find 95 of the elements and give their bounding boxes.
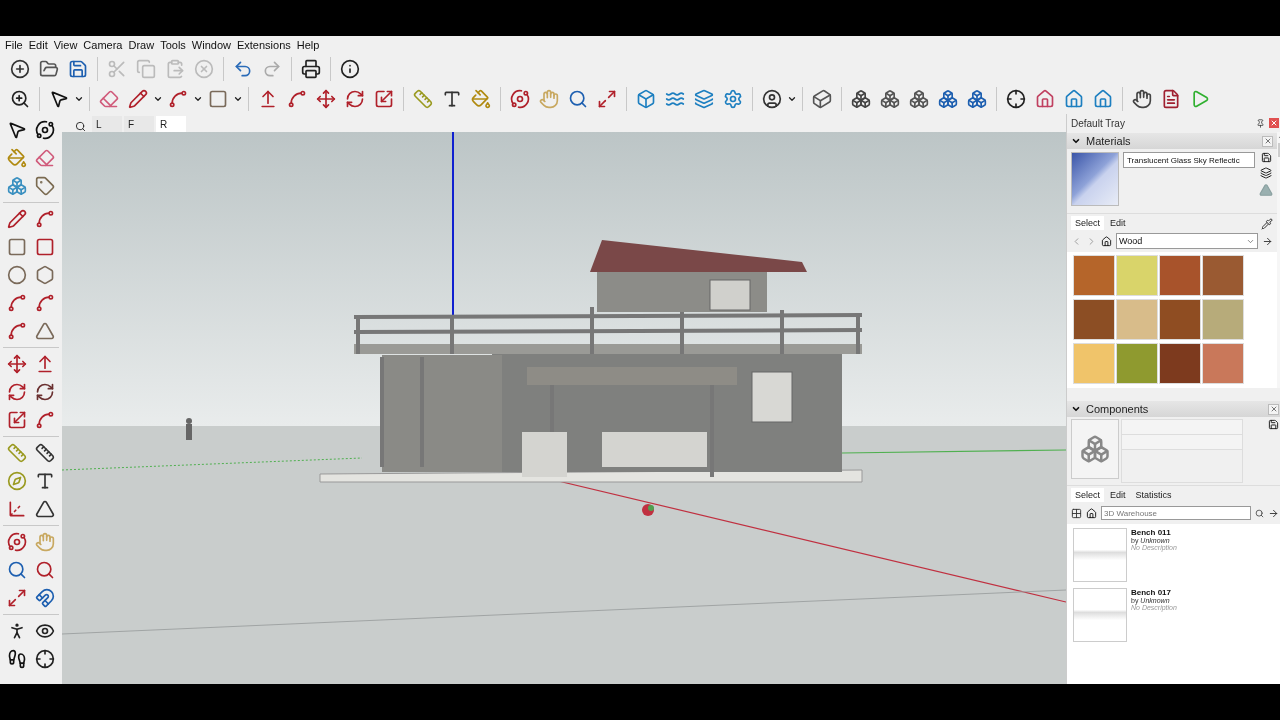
zoom-icon[interactable] [10, 89, 30, 109]
material-preview [1071, 152, 1119, 206]
material-swatch[interactable] [1116, 343, 1158, 384]
tray-title: Default Tray [1071, 117, 1125, 129]
person-figure [186, 418, 192, 440]
save-icon[interactable] [1260, 152, 1272, 163]
bench-thumbnail[interactable] [1073, 528, 1127, 582]
tape-measure-icon[interactable] [413, 89, 433, 109]
menu-item[interactable]: Edit [25, 39, 51, 51]
search-icon[interactable] [74, 121, 86, 132]
print-icon[interactable] [301, 59, 321, 79]
pencil-icon[interactable] [7, 209, 27, 229]
scene-tab[interactable]: L [92, 116, 122, 132]
text-icon[interactable] [35, 471, 55, 491]
material-swatch[interactable] [1202, 343, 1244, 384]
menu-item[interactable]: File [2, 39, 26, 51]
bench-thumbnail[interactable] [1073, 588, 1127, 642]
close-button[interactable] [1269, 118, 1279, 128]
home-icon[interactable] [1086, 507, 1097, 519]
caret-icon[interactable] [74, 94, 84, 104]
panel-tab[interactable]: Select [1071, 216, 1104, 230]
search-field[interactable]: 3D Warehouse [1101, 506, 1251, 520]
settings-icon[interactable] [723, 89, 743, 109]
undo-icon[interactable] [233, 59, 253, 79]
pencil-icon[interactable] [128, 89, 148, 109]
material-swatch[interactable] [1073, 299, 1115, 340]
eraser-icon[interactable] [35, 148, 55, 168]
paint-bucket-icon[interactable] [7, 148, 27, 168]
menu-item[interactable]: Window [188, 39, 234, 51]
material-swatch[interactable] [1159, 299, 1201, 340]
panel-tab[interactable]: Edit [1106, 488, 1130, 502]
component-name: Bench 011 [1131, 528, 1172, 537]
scene-tab[interactable]: F [124, 116, 154, 132]
material-swatch[interactable] [1202, 255, 1244, 296]
rectangle-icon[interactable] [208, 89, 228, 109]
collapse-icon[interactable] [1071, 136, 1081, 146]
eyedropper-icon[interactable] [1261, 218, 1273, 230]
select-icon[interactable] [7, 120, 27, 140]
info-icon[interactable] [340, 59, 360, 79]
rectangle-icon[interactable] [7, 237, 27, 257]
library-name: Wood [1119, 236, 1143, 246]
scene-tab[interactable]: R [156, 116, 186, 132]
panel-tab[interactable]: Edit [1106, 216, 1130, 230]
arc-icon[interactable] [7, 293, 27, 313]
caret-icon[interactable] [193, 94, 203, 104]
material-swatch[interactable] [1159, 255, 1201, 296]
text-icon[interactable] [442, 89, 462, 109]
menu-item[interactable]: Tools [157, 39, 189, 51]
arc-icon[interactable] [168, 89, 188, 109]
material-swatch[interactable] [1202, 299, 1244, 340]
cubes-icon [1080, 434, 1110, 464]
collapse-icon[interactable] [1071, 404, 1081, 414]
axis-origin-icon [642, 504, 654, 516]
caret-icon[interactable] [787, 94, 797, 104]
user-icon[interactable] [762, 89, 782, 109]
pin-icon[interactable] [1256, 118, 1265, 128]
panel-tab[interactable]: Select [1071, 488, 1104, 502]
select-icon[interactable] [49, 89, 69, 109]
menu-item[interactable]: View [50, 39, 81, 51]
material-swatch[interactable] [1116, 255, 1158, 296]
caret-icon[interactable] [233, 94, 243, 104]
library-dropdown[interactable]: Wood [1116, 233, 1258, 249]
home-icon[interactable] [1101, 235, 1112, 247]
eraser-icon[interactable] [99, 89, 119, 109]
move-icon[interactable] [7, 354, 27, 374]
open-icon[interactable] [39, 59, 59, 79]
menu-item[interactable]: Camera [80, 39, 126, 51]
tape-measure-icon[interactable] [7, 443, 27, 463]
rotate-icon[interactable] [345, 89, 365, 109]
polygon-icon[interactable] [35, 265, 55, 285]
material-name-field[interactable]: Translucent Glass Sky Reflectic [1123, 152, 1255, 168]
panel-tab[interactable]: Statistics [1131, 488, 1176, 502]
look-around-icon[interactable] [35, 621, 55, 641]
layers-icon[interactable] [694, 89, 714, 109]
search-icon[interactable] [1255, 508, 1264, 518]
material-swatch[interactable] [1073, 255, 1115, 296]
move-icon[interactable] [316, 89, 336, 109]
menu-item[interactable]: Draw [125, 39, 158, 51]
menu-item[interactable]: Extensions [233, 39, 294, 51]
component-name: Bench 017 [1131, 588, 1173, 597]
tag-icon[interactable] [35, 176, 55, 196]
paint-bucket-icon[interactable] [471, 89, 491, 109]
walk-icon[interactable] [7, 649, 27, 669]
menu-item[interactable]: Help [293, 39, 323, 51]
material-swatch[interactable] [1116, 299, 1158, 340]
axes-icon[interactable] [7, 499, 27, 519]
material-swatch[interactable] [1073, 343, 1115, 384]
rotate-icon[interactable] [7, 382, 27, 402]
new-icon[interactable] [10, 59, 30, 79]
panel-title: Materials [1086, 135, 1131, 147]
material-swatch[interactable] [1159, 343, 1201, 384]
panel-title: Components [1086, 403, 1149, 415]
caret-icon[interactable] [153, 94, 163, 104]
circle-icon[interactable] [7, 265, 27, 285]
save-icon[interactable] [1268, 419, 1279, 430]
